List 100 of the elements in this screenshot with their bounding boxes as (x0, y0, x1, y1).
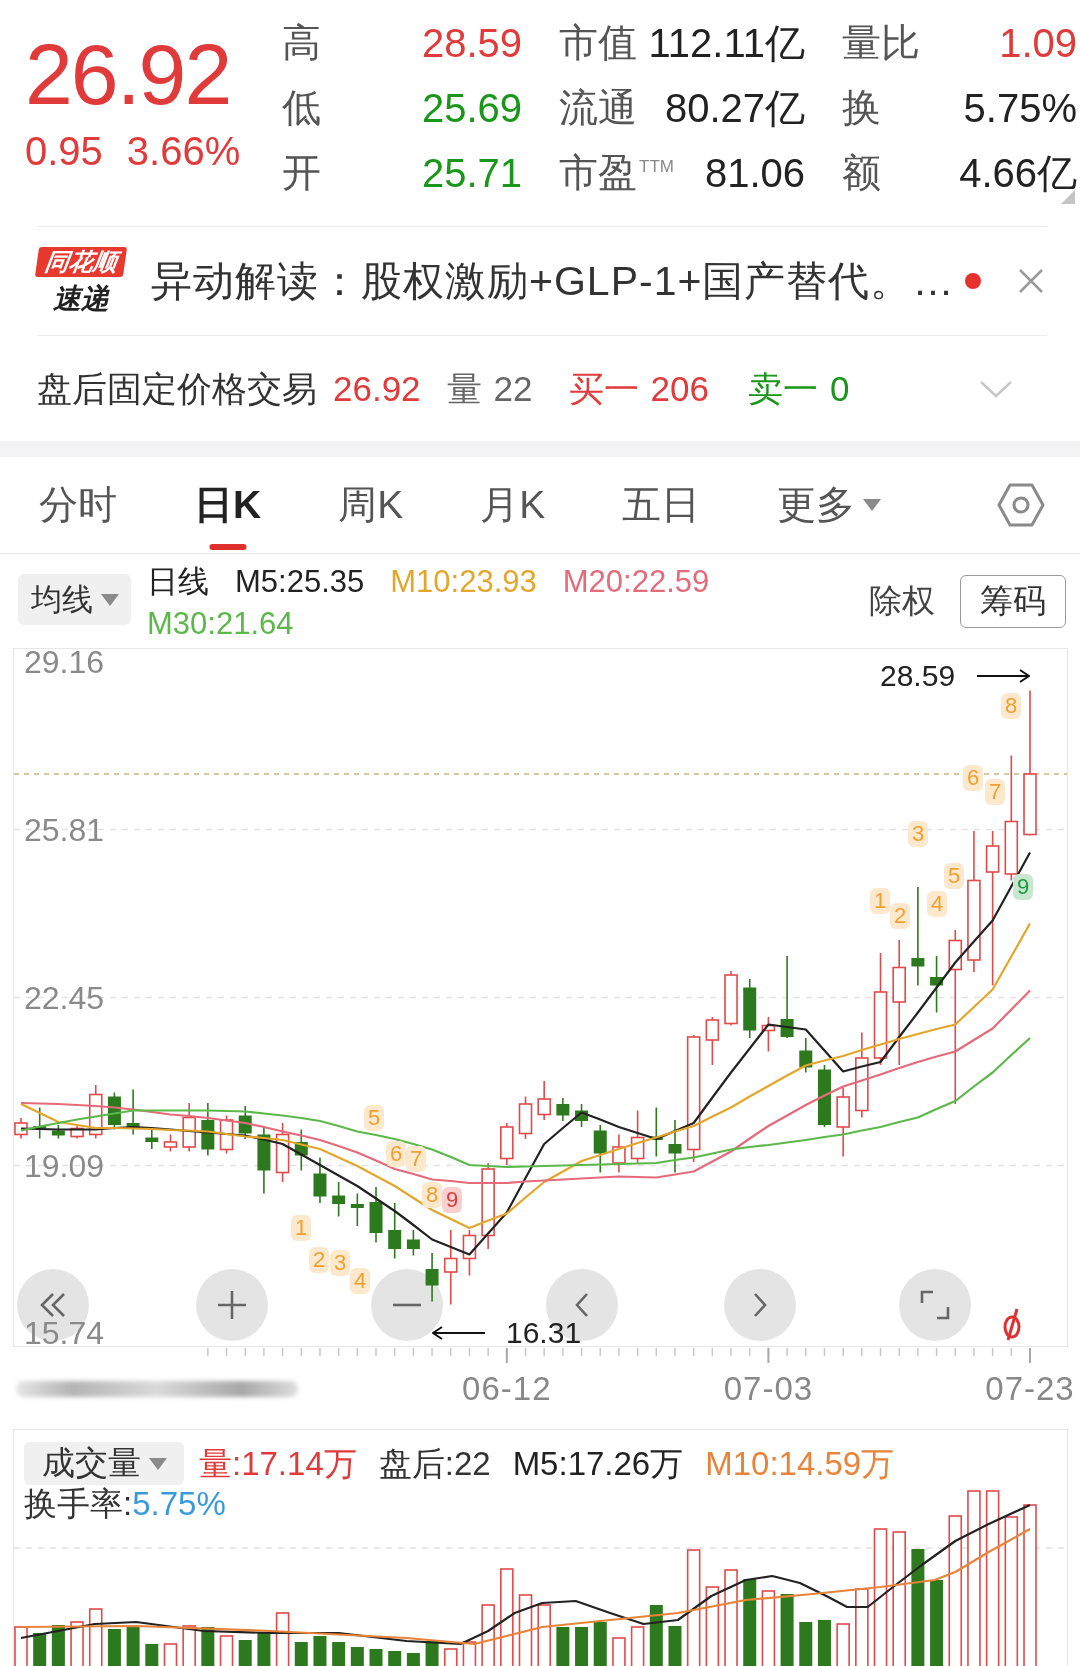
news-headline[interactable]: 异动解读：股权激励+GLP-1+国产替代。… (151, 257, 955, 305)
sequence-marker: 2 (890, 903, 910, 929)
sequence-marker: 3 (330, 1250, 350, 1276)
double-chevron-left-icon (39, 1292, 67, 1318)
volume-bar (799, 1622, 813, 1666)
sequence-marker: 6 (386, 1141, 406, 1167)
chart-tab[interactable]: 更多 (777, 457, 882, 553)
chart-tab[interactable]: 日K (194, 457, 262, 553)
date-axis-label: 07-03 (723, 1371, 814, 1407)
stat-label: 市盈$^{TTM}$ (559, 149, 674, 196)
stat-value: 1.09 (999, 19, 1077, 67)
moving-average-value: M10:23.93 (390, 563, 537, 601)
turnover-label: 换手率: (24, 1485, 133, 1523)
sequence-marker: 8 (422, 1182, 442, 1208)
sequence-marker: 9 (442, 1187, 462, 1213)
low-price-note: 16.31 (506, 1320, 582, 1346)
volume-stat: 盘后:22 (378, 1443, 491, 1484)
sequence-marker: 7 (985, 779, 1005, 805)
ask-value: 0 (829, 367, 850, 410)
volume-bar (406, 1653, 420, 1666)
date-axis-label: 07-23 (985, 1371, 1075, 1407)
stat-value: 5.75% (963, 84, 1077, 132)
rising-candle (88, 1084, 103, 1140)
left-arrow-icon (432, 1326, 486, 1340)
volume-bar (107, 1629, 121, 1666)
chart-tab[interactable]: 分时 (39, 457, 117, 553)
caret-icon (148, 1457, 167, 1470)
minus-icon (392, 1303, 422, 1307)
rising-candle (630, 1109, 645, 1164)
falling-candle (313, 1156, 327, 1204)
stat-value: 80.27亿 (664, 84, 805, 132)
right-arrow-icon (976, 669, 1030, 683)
stat-label: 额 (842, 149, 881, 196)
slashed-circle-icon (1001, 1307, 1023, 1341)
stat-value: 4.66亿 (959, 149, 1077, 197)
falling-candle (575, 1103, 589, 1128)
falling-candle (425, 1252, 439, 1303)
volume-bar (575, 1627, 589, 1666)
after-hours-label: 盘后固定价格交易 (37, 367, 317, 410)
logo-title: 同花顺 (34, 247, 128, 277)
volume-stat: 量:17.14万 (199, 1443, 357, 1484)
bid-value: 206 (650, 367, 709, 410)
stat-label: 市值 (559, 19, 637, 66)
volume-bar (388, 1651, 402, 1666)
moving-average-value: M5:25.35 (235, 563, 365, 601)
volume-bar (780, 1594, 794, 1666)
sequence-marker: 5 (364, 1105, 384, 1131)
volume-bar (350, 1647, 364, 1666)
stat-label: 换 (842, 84, 881, 131)
stat-label: 低 (282, 84, 321, 131)
rising-candle (182, 1102, 196, 1153)
falling-candle (294, 1128, 308, 1172)
volume-value: 22 (493, 367, 533, 410)
close-icon[interactable] (1018, 268, 1044, 294)
sequence-marker: 7 (406, 1146, 426, 1172)
caret-icon (100, 593, 119, 606)
volume-bar (556, 1627, 570, 1666)
settings-icon[interactable] (997, 483, 1045, 527)
falling-candle (406, 1229, 420, 1257)
chevron-left-icon (575, 1292, 589, 1318)
volume-bar (238, 1640, 252, 1666)
after-hours-price: 26.92 (333, 367, 421, 410)
rising-candle (537, 1080, 551, 1121)
stat-label: 开 (282, 149, 321, 196)
chevron-right-icon (753, 1292, 767, 1318)
indicator-dropdown[interactable]: 均线 (18, 574, 131, 625)
volume-bar (294, 1642, 308, 1666)
chart-tab[interactable]: 五日 (622, 457, 701, 553)
rising-candle (612, 1133, 626, 1174)
sequence-marker: 1 (870, 888, 890, 914)
rising-candle (724, 970, 738, 1027)
ex-rights-toggle[interactable]: 除权 (869, 578, 935, 624)
volume-stat: M10:14.59万 (705, 1443, 895, 1484)
volume-bar (593, 1622, 607, 1666)
plus-icon (217, 1290, 247, 1320)
price-axis-label: 15.74 (24, 1320, 105, 1346)
rising-candle (163, 1133, 178, 1153)
chips-button[interactable]: 筹码 (960, 574, 1066, 628)
rising-candle (70, 1124, 84, 1140)
stat-label: 流通 (559, 84, 637, 131)
price-axis-label: 25.81 (24, 816, 105, 843)
high-price-note: 28.59 (880, 663, 956, 689)
rising-candle (836, 1086, 850, 1158)
sequence-marker: 3 (908, 821, 928, 847)
percent-change: 3.66% (126, 131, 241, 171)
rising-candle (705, 1016, 720, 1066)
chart-tab[interactable]: 月K (480, 457, 546, 553)
zoom-out-button[interactable] (371, 1269, 443, 1341)
date-axis-label: 06-12 (462, 1371, 552, 1407)
stat-value: 25.69 (421, 84, 522, 132)
sequence-marker: 8 (1001, 693, 1021, 719)
rising-candle (761, 1016, 776, 1053)
falling-candle (593, 1124, 607, 1174)
sequence-marker: 1 (291, 1215, 311, 1241)
stat-label: 高 (282, 19, 321, 66)
falling-candle (332, 1181, 346, 1218)
chart-tab[interactable]: 周K (338, 457, 404, 553)
indicator-dropdown[interactable]: 成交量 (24, 1442, 184, 1485)
volume-bar (649, 1605, 663, 1666)
sequence-marker: 2 (309, 1247, 329, 1273)
